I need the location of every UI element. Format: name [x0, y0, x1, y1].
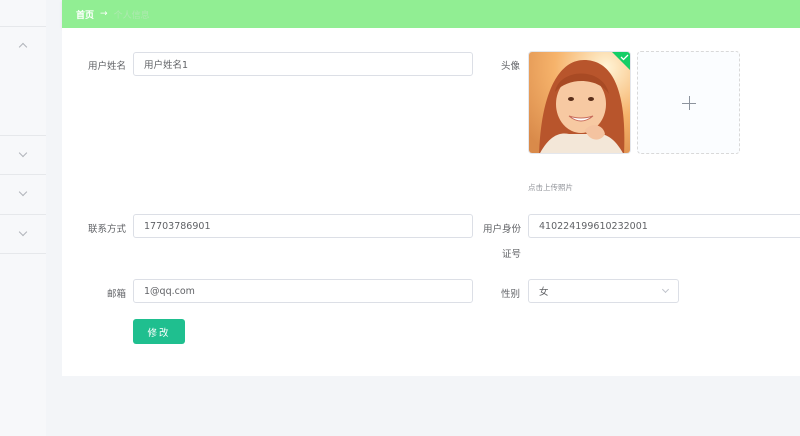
avatar[interactable] [528, 51, 631, 154]
sidebar [0, 0, 46, 436]
gender-label: 性别 [500, 289, 520, 300]
breadcrumb-separator-icon: → [100, 9, 108, 19]
email-input-value: 1@qq.com [144, 285, 195, 297]
sidebar-divider [0, 135, 46, 136]
phone-input[interactable]: 17703786901 [133, 214, 473, 238]
gender-select-value: 女 [539, 287, 549, 298]
id-number-label-line2: 证号 [501, 249, 521, 260]
phone-input-value: 17703786901 [144, 220, 211, 232]
profile-form-card: 用户姓名 用户姓名1 头像 点击上传照片 联系方式 17703786901 用户… [62, 28, 800, 376]
breadcrumb-home[interactable]: 首页 [76, 8, 94, 21]
name-label: 用户姓名 [87, 61, 126, 72]
submit-button[interactable]: 修改 [133, 319, 185, 344]
sidebar-divider [0, 174, 46, 175]
sidebar-divider [0, 214, 46, 215]
name-input-value: 用户姓名1 [144, 60, 189, 71]
sidebar-divider [0, 26, 46, 27]
name-input[interactable]: 用户姓名1 [133, 52, 473, 76]
id-number-input[interactable]: 410224199610232001 [528, 214, 800, 238]
chevron-up-icon[interactable] [18, 42, 28, 52]
breadcrumb: 首页 → 个人信息 [62, 0, 800, 28]
id-number-input-value: 410224199610232001 [539, 220, 648, 232]
phone-label: 联系方式 [87, 224, 126, 235]
chevron-down-icon[interactable] [18, 148, 28, 158]
chevron-down-icon[interactable] [18, 187, 28, 197]
upload-success-check-icon [612, 52, 630, 70]
chevron-down-icon[interactable] [18, 227, 28, 237]
gender-select[interactable]: 女 [528, 279, 679, 303]
upload-button[interactable] [637, 51, 740, 154]
email-input[interactable]: 1@qq.com [133, 279, 473, 303]
email-label: 邮箱 [106, 289, 126, 300]
avatar-label: 头像 [500, 61, 520, 72]
upload-tip: 点击上传照片 [528, 183, 573, 192]
id-number-label: 用户身份 [482, 224, 521, 235]
breadcrumb-current: 个人信息 [113, 10, 150, 21]
chevron-down-icon [661, 285, 670, 294]
sidebar-divider [0, 253, 46, 254]
plus-icon [689, 96, 690, 110]
